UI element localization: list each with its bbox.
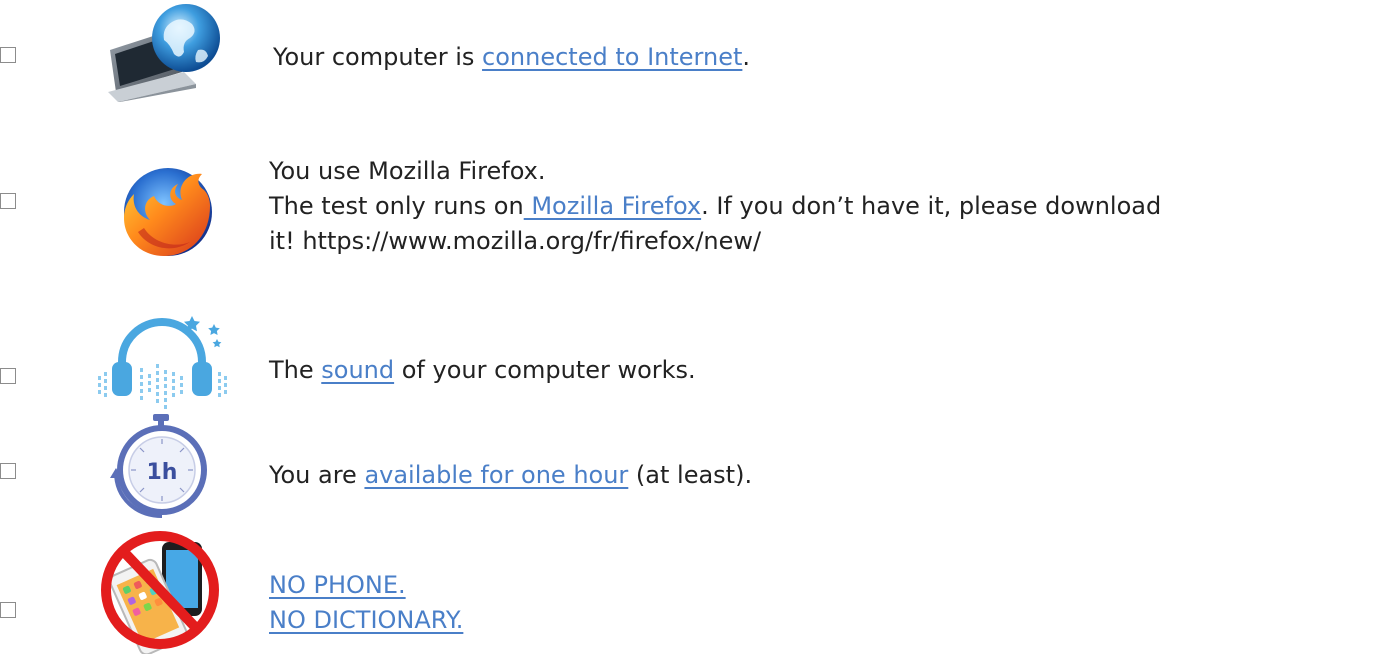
firefox-line-1: You use Mozilla Firefox. bbox=[269, 157, 546, 185]
checklist-item-internet: Your computer is connected to Internet. bbox=[0, 0, 1381, 110]
no-phone-link[interactable]: NO PHONE. bbox=[269, 571, 406, 599]
checkbox-firefox[interactable] bbox=[0, 193, 16, 209]
headphones-icon bbox=[96, 310, 230, 410]
firefox-line-2-after: . If you don’t have it, please download bbox=[701, 192, 1162, 220]
internet-text-after: . bbox=[742, 43, 751, 71]
checkbox-available[interactable] bbox=[0, 463, 16, 479]
sound-text: The sound of your computer works. bbox=[269, 353, 696, 388]
checkbox-no-devices[interactable] bbox=[0, 602, 16, 618]
stopwatch-label: 1h bbox=[147, 460, 178, 485]
firefox-logo-icon bbox=[118, 162, 216, 260]
checkbox-internet[interactable] bbox=[0, 47, 16, 63]
checklist-item-available: 1h You are available for one hour (at le… bbox=[0, 410, 1381, 525]
no-phone-icon bbox=[100, 528, 230, 654]
available-text-before: You are bbox=[269, 461, 365, 489]
no-dictionary-link[interactable]: NO DICTIONARY. bbox=[269, 606, 463, 634]
mozilla-firefox-link[interactable]: Mozilla Firefox bbox=[524, 192, 701, 220]
sound-text-after: of your computer works. bbox=[394, 356, 696, 384]
checklist-item-no-devices: NO PHONE. NO DICTIONARY. bbox=[0, 524, 1381, 670]
checkbox-sound[interactable] bbox=[0, 368, 16, 384]
firefox-line-3[interactable]: it! https://www.mozilla.org/fr/firefox/n… bbox=[269, 224, 1161, 259]
available-text: You are available for one hour (at least… bbox=[269, 458, 752, 493]
internet-text-before: Your computer is bbox=[273, 43, 483, 71]
checklist-page: Your computer is connected to Internet. bbox=[0, 0, 1381, 670]
stopwatch-icon: 1h bbox=[106, 412, 214, 520]
firefox-text: You use Mozilla Firefox. The test only r… bbox=[269, 154, 1161, 259]
available-text-after: (at least). bbox=[628, 461, 753, 489]
firefox-line-2-before: The test only runs on bbox=[269, 192, 524, 220]
available-for-one-hour-link[interactable]: available for one hour bbox=[364, 461, 628, 489]
no-devices-text: NO PHONE. NO DICTIONARY. bbox=[269, 568, 463, 638]
checklist-item-sound: The sound of your computer works. bbox=[0, 305, 1381, 415]
sound-link[interactable]: sound bbox=[321, 356, 394, 384]
internet-text: Your computer is connected to Internet. bbox=[273, 40, 750, 75]
firefox-line-2: The test only runs on Mozilla Firefox. I… bbox=[269, 189, 1161, 224]
laptop-globe-icon bbox=[106, 2, 230, 102]
checklist-item-firefox: You use Mozilla Firefox. The test only r… bbox=[0, 148, 1381, 308]
connected-to-internet-link[interactable]: connected to Internet bbox=[482, 43, 742, 71]
sound-text-before: The bbox=[269, 356, 322, 384]
